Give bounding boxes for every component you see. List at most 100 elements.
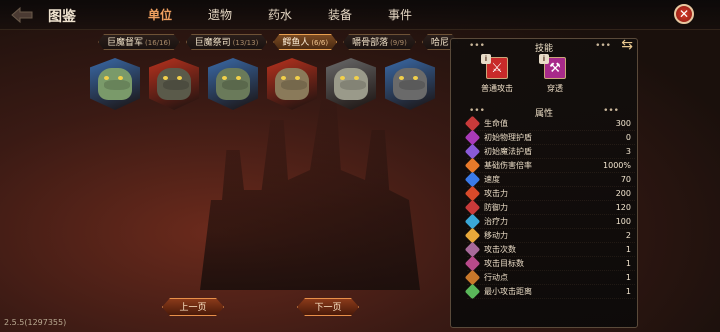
- eye: [399, 76, 404, 80]
- attribute-row: 基础伤害倍率 1000%: [464, 157, 635, 174]
- swap-icon[interactable]: ⇆: [621, 37, 633, 53]
- unit-portrait[interactable]: [385, 58, 435, 110]
- eye: [340, 76, 345, 80]
- category-crocodile-man[interactable]: 鳄鱼人 (6/6): [273, 34, 337, 50]
- attribute-value: 200: [615, 189, 631, 198]
- attribute-name: 移动力: [484, 231, 508, 240]
- attribute-name: 攻击力: [484, 189, 508, 198]
- page-title: 图鉴: [48, 9, 76, 25]
- attribute-name: 初始物理护盾: [484, 133, 532, 142]
- unit-portrait[interactable]: [90, 58, 140, 110]
- attribute-row: 最小攻击距离 1: [464, 283, 635, 300]
- unit-portrait[interactable]: [267, 58, 317, 110]
- attribute-icon: [464, 157, 481, 174]
- attribute-row: 生命值 300: [464, 115, 635, 132]
- attribute-value: 1: [625, 273, 631, 282]
- attribute-value: 1: [625, 287, 631, 296]
- eye: [295, 76, 300, 80]
- attribute-value: 1: [625, 259, 631, 268]
- attribute-row: 攻击力 200: [464, 185, 635, 202]
- attribute-icon: [464, 185, 481, 202]
- tab-potions[interactable]: 药水: [250, 6, 310, 23]
- unit-detail-panel: ••• 技能 ••• ⇆ ⚔ i 普通攻击 ⚒ i 穿透 ••• 属性 ••• …: [450, 37, 638, 328]
- tab-units[interactable]: 单位: [130, 6, 190, 23]
- attribute-value: 1: [625, 245, 631, 254]
- crocodile-snout: [163, 80, 189, 90]
- attribute-name: 最小攻击距离: [484, 287, 532, 296]
- attribute-row: 治疗力 100: [464, 213, 635, 230]
- tab-events[interactable]: 事件: [370, 6, 430, 23]
- pierce-icon: ⚒ i: [539, 54, 566, 79]
- attribute-icon: [464, 255, 481, 272]
- attribute-name: 初始魔法护盾: [484, 147, 532, 156]
- attribute-icon: [464, 143, 481, 160]
- tab-equipment[interactable]: 装备: [310, 6, 370, 23]
- tab-bar: 单位 遗物 药水 装备 事件: [130, 6, 430, 23]
- attribute-value: 3: [625, 147, 631, 156]
- crocodile-snout: [104, 80, 130, 90]
- attribute-icon: [464, 283, 481, 300]
- attribute-value: 100: [615, 217, 631, 226]
- attribute-list: 生命值 300 初始物理护盾 0 初始魔法护盾 3 基础伤害倍率 1000% 速度 70 攻击力 20…: [464, 115, 635, 300]
- attribute-icon: [464, 129, 481, 146]
- divider-dots: •••: [603, 106, 619, 116]
- attribute-row: 攻击次数 1: [464, 241, 635, 258]
- attribute-row: 初始物理护盾 0: [464, 129, 635, 146]
- eye: [413, 76, 418, 80]
- attribute-value: 120: [615, 203, 631, 212]
- attribute-icon: [464, 213, 481, 230]
- back-icon[interactable]: [8, 4, 38, 26]
- category-troll-warlord[interactable]: 巨魔督军 (16/16): [98, 34, 180, 50]
- eye: [177, 76, 182, 80]
- crocodile-snout: [399, 80, 425, 90]
- attribute-value: 1000%: [603, 161, 631, 170]
- eye: [222, 76, 227, 80]
- attribute-name: 速度: [484, 175, 500, 184]
- attribute-name: 攻击目标数: [484, 259, 524, 268]
- attribute-row: 初始魔法护盾 3: [464, 143, 635, 160]
- attribute-value: 2: [625, 231, 631, 240]
- skill-normal-attack[interactable]: ⚔ i 普通攻击: [477, 54, 517, 94]
- next-page-button[interactable]: 下一页: [297, 298, 359, 316]
- category-troll-priest[interactable]: 巨魔祭司 (13/13): [186, 34, 268, 50]
- attribute-name: 攻击次数: [484, 245, 516, 254]
- attribute-value: 300: [615, 119, 631, 128]
- eye: [354, 76, 359, 80]
- attribute-row: 防御力 120: [464, 199, 635, 216]
- crocodile-snout: [222, 80, 248, 90]
- attribute-name: 生命值: [484, 119, 508, 128]
- eye: [163, 76, 168, 80]
- attribute-name: 防御力: [484, 203, 508, 212]
- crocodile-snout: [281, 80, 307, 90]
- attribute-row: 行动点 1: [464, 269, 635, 286]
- attribute-icon: [464, 171, 481, 188]
- attribute-name: 行动点: [484, 273, 508, 282]
- attribute-name: 治疗力: [484, 217, 508, 226]
- info-icon: i: [539, 54, 549, 64]
- tab-relics[interactable]: 遗物: [190, 6, 250, 23]
- attribute-icon: [464, 227, 481, 244]
- category-row: 巨魔督军 (16/16) 巨魔祭司 (13/13) 鳄鱼人 (6/6) 嚼骨部落 (9/…: [98, 34, 458, 50]
- crocodile-snout: [340, 80, 366, 90]
- close-icon[interactable]: ✕: [674, 4, 694, 24]
- sword-icon: ⚔ i: [481, 54, 508, 79]
- background-castle: [200, 100, 420, 290]
- unit-portrait[interactable]: [208, 58, 258, 110]
- category-bone-chewer-tribe[interactable]: 嚼骨部落 (9/9): [343, 34, 416, 50]
- divider-dots: •••: [595, 41, 611, 51]
- header-bar: 图鉴 单位 遗物 药水 装备 事件 ✕: [0, 0, 720, 30]
- prev-page-button[interactable]: 上一页: [162, 298, 224, 316]
- attribute-icon: [464, 199, 481, 216]
- attribute-icon: [464, 269, 481, 286]
- attribute-icon: [464, 115, 481, 132]
- info-icon: i: [481, 54, 491, 64]
- skill-pierce[interactable]: ⚒ i 穿透: [535, 54, 575, 94]
- eye: [104, 76, 109, 80]
- attribute-value: 70: [620, 175, 631, 184]
- unit-portrait[interactable]: [149, 58, 199, 110]
- unit-portrait[interactable]: [326, 58, 376, 110]
- skill-list: ⚔ i 普通攻击 ⚒ i 穿透: [477, 54, 575, 94]
- version-label: 2.5.5(1297355): [4, 318, 67, 327]
- attribute-name: 基础伤害倍率: [484, 161, 532, 170]
- eye: [118, 76, 123, 80]
